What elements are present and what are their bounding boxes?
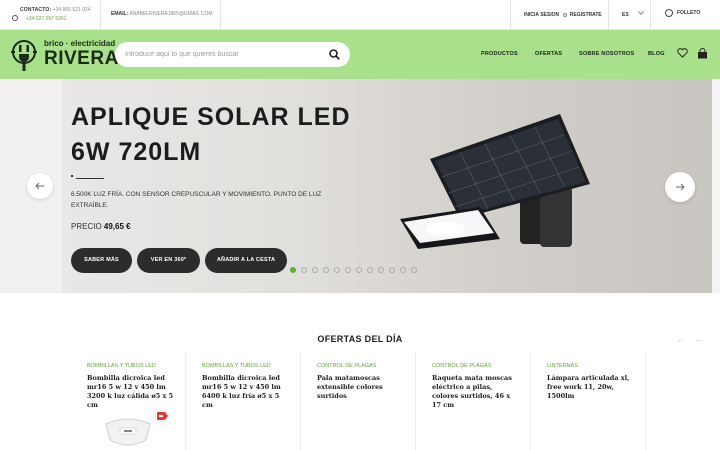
brochure-icon — [665, 9, 673, 17]
hero-description: 6.500K LUZ FRÍA. CON SENSOR CREPUSCULAR … — [71, 191, 322, 209]
offer-name[interactable]: Bombilla dicroica led mr16 5 w 12 v 450 … — [87, 374, 175, 410]
nav-blog[interactable]: BLOG — [648, 51, 665, 57]
solar-lamp-image — [400, 114, 590, 249]
decorative-dot — [71, 175, 73, 177]
slider-dot[interactable] — [400, 267, 406, 273]
divider — [220, 0, 221, 30]
divider — [650, 0, 651, 30]
user-icon — [562, 12, 567, 17]
offer-category[interactable]: BOMBILLAS Y TUBOS LED — [87, 363, 156, 369]
phone-number-2[interactable]: +34 627 097 6261 — [26, 15, 66, 24]
folleto-label: FOLLETO — [677, 10, 701, 16]
nav-sobre-nosotros[interactable]: SOBRE NOSOTROS — [579, 51, 634, 57]
offers-title: OFERTAS DEL DÍA — [317, 334, 403, 344]
slider-dot[interactable] — [323, 267, 329, 273]
search-icon[interactable] — [329, 49, 340, 60]
search-input[interactable] — [125, 48, 325, 61]
offer-category[interactable]: LINTERNAS — [547, 363, 578, 369]
slider-prev-button[interactable] — [27, 173, 53, 199]
slider-dot[interactable] — [378, 267, 384, 273]
hero-slider: APLIQUE SOLAR LED 6W 720LM 6.500K LUZ FR… — [0, 79, 712, 293]
heart-icon[interactable] — [677, 48, 688, 58]
search-bar — [115, 42, 350, 67]
email-info: EMAIL: ANABELRIVERA1865@GMAIL.COM — [111, 11, 213, 17]
language-value: ES — [622, 12, 629, 18]
offer-name[interactable]: Pala matamoscas extensible colores surti… — [317, 374, 405, 401]
slider-next-button[interactable] — [665, 172, 695, 202]
arrow-left-icon — [35, 182, 44, 190]
offer-category[interactable]: CONTROL DE PLAGAS — [317, 363, 376, 369]
cart-icon[interactable] — [697, 48, 708, 59]
nav-ofertas[interactable]: OFERTAS — [535, 51, 562, 57]
decorative-line — [76, 178, 104, 179]
nav-productos[interactable]: PRODUCTOS — [481, 51, 518, 57]
logo-tagline: brico · electricidad — [44, 39, 116, 48]
contact-label: CONTACTO: — [20, 7, 52, 13]
slider-dot[interactable] — [334, 267, 340, 273]
divider — [510, 0, 511, 30]
logo-name: RIVERA — [44, 48, 119, 69]
offer-card[interactable]: CONTROL DE PLAGAS Pala matamoscas extens… — [301, 352, 416, 450]
bulb-product-image — [105, 418, 151, 446]
page-edge — [712, 79, 720, 293]
language-selector[interactable]: ES — [622, 9, 644, 18]
slider-dot[interactable] — [367, 267, 373, 273]
account-links: INICIA SESION REGISTRATE — [524, 12, 602, 18]
offers-next-icon[interactable]: → — [693, 334, 710, 344]
main-header: brico · electricidad RIVERA PRODUCTOS OF… — [0, 30, 720, 79]
slider-dot[interactable] — [345, 267, 351, 273]
energy-badge-icon — [157, 412, 168, 420]
add-to-cart-button[interactable]: AÑADIR A LA CESTA — [205, 248, 287, 273]
hero-title: APLIQUE SOLAR LED 6W 720LM — [71, 100, 351, 170]
arrow-right-icon — [676, 183, 685, 191]
phone-number-1[interactable]: +34 960 621 024 — [53, 7, 91, 13]
divider — [100, 0, 101, 30]
slider-dot[interactable] — [301, 267, 307, 273]
divider — [608, 0, 609, 30]
folleto-link[interactable]: FOLLETO — [665, 9, 700, 17]
slider-dot[interactable] — [389, 267, 395, 273]
offer-card[interactable]: BOMBILLAS Y TUBOS LED Bombilla dicroica … — [186, 352, 301, 450]
offer-category[interactable]: CONTROL DE PLAGAS — [432, 363, 491, 369]
register-link[interactable]: REGISTRATE — [570, 12, 602, 18]
hero-price: PRECIO 49,65 € — [71, 222, 131, 231]
offers-nav: ←→ — [676, 334, 710, 344]
price-value: 49,65 € — [103, 222, 131, 231]
plug-logo-icon — [11, 40, 37, 71]
saber-mas-button[interactable]: SABER MÁS — [71, 248, 132, 273]
price-label: PRECIO — [71, 222, 102, 231]
email-link[interactable]: ANABELRIVERA1865@GMAIL.COM — [129, 11, 212, 17]
slider-pagination — [290, 267, 417, 273]
slider-dot[interactable] — [411, 267, 417, 273]
offer-name[interactable]: Lámpara articulada xl, free work 11, 20w… — [547, 374, 635, 401]
email-label: EMAIL: — [111, 11, 129, 17]
slider-dot[interactable] — [356, 267, 362, 273]
login-link[interactable]: INICIA SESION — [524, 12, 559, 18]
slider-dot[interactable] — [290, 267, 296, 273]
offer-category[interactable]: BOMBILLAS Y TUBOS LED — [202, 363, 271, 369]
offer-name[interactable]: Bombilla dicroica led mr16 5 w 12 v 450 … — [202, 374, 290, 410]
top-bar: CONTACTO: +34 960 621 024 +34 627 097 62… — [0, 0, 720, 30]
offer-card[interactable]: CONTROL DE PLAGAS Raqueta mata moscas el… — [416, 352, 531, 450]
offers-prev-icon[interactable]: ← — [676, 334, 693, 344]
offer-name[interactable]: Raqueta mata moscas eléctrico a pilas, c… — [432, 374, 520, 410]
hero-title-line1: APLIQUE SOLAR LED — [71, 103, 351, 131]
ver-360-button[interactable]: VER EN 360º — [137, 248, 200, 273]
whatsapp-icon — [12, 15, 18, 21]
hero-title-line2: 6W 720LM — [71, 138, 202, 166]
slider-dot[interactable] — [312, 267, 318, 273]
site-logo[interactable]: brico · electricidad RIVERA — [10, 37, 118, 73]
offer-card[interactable]: LINTERNAS Lámpara articulada xl, free wo… — [531, 352, 646, 450]
contact-info: CONTACTO: +34 960 621 024 +34 627 097 62… — [12, 6, 91, 22]
chevron-down-icon — [638, 9, 644, 15]
